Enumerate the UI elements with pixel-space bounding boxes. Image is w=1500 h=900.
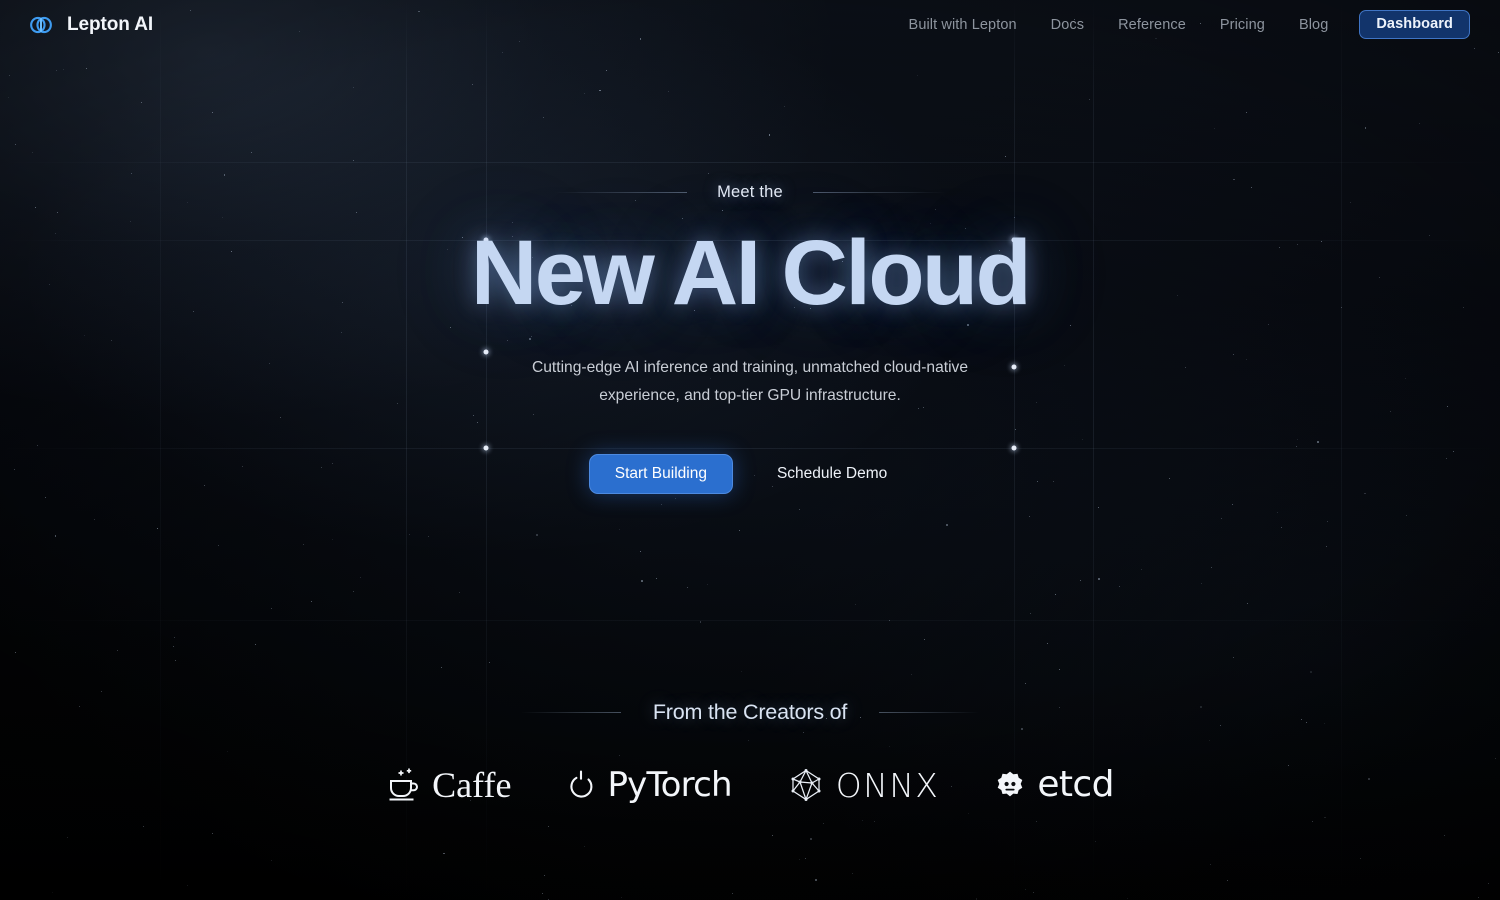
site-header: Lepton AI Built with Lepton Docs Referen… — [0, 0, 1500, 49]
schedule-demo-button[interactable]: Schedule Demo — [753, 454, 911, 494]
creators-title: From the Creators of — [652, 700, 848, 724]
hero-eyebrow: Meet the — [717, 183, 783, 201]
hero-section: Meet the New AI Cloud Cutting-edge AI in… — [0, 0, 1500, 494]
nav-item-pricing[interactable]: Pricing — [1203, 11, 1282, 39]
creator-logo-caffe[interactable]: Caffe — [386, 767, 511, 803]
creator-logo-pytorch[interactable]: PyTorch — [567, 765, 733, 805]
nav-item-reference[interactable]: Reference — [1101, 11, 1203, 39]
dashboard-button[interactable]: Dashboard — [1359, 10, 1470, 39]
onnx-polyhedron-icon — [788, 767, 824, 803]
creator-logo-label-onnx: ONNX — [835, 765, 940, 805]
creator-logo-label-caffe: Caffe — [432, 765, 512, 805]
start-building-button[interactable]: Start Building — [588, 453, 733, 494]
creator-logo-onnx[interactable]: ONNX — [788, 767, 940, 803]
nav-item-built-with-lepton[interactable]: Built with Lepton — [892, 11, 1034, 39]
hero-subtitle: Cutting-edge AI inference and training, … — [531, 358, 969, 404]
creator-logo-etcd[interactable]: etcd — [995, 767, 1114, 803]
coffee-cup-icon — [386, 767, 420, 803]
main-navigation: Built with Lepton Docs Reference Pricing… — [892, 10, 1470, 39]
lepton-double-circle-icon — [28, 12, 54, 38]
nav-item-docs[interactable]: Docs — [1034, 11, 1101, 39]
etcd-gear-icon — [995, 770, 1025, 800]
pytorch-flame-icon — [567, 770, 595, 800]
creators-rule-right — [879, 712, 980, 713]
creator-logo-label-etcd: etcd — [1037, 764, 1114, 805]
creators-logo-list: Caffe PyTorch ONNX etcd — [386, 767, 1114, 803]
nav-item-blog[interactable]: Blog — [1282, 11, 1345, 39]
eyebrow-rule-left — [555, 192, 688, 193]
hero-cta-row: Start Building Schedule Demo — [588, 453, 912, 494]
creators-section: From the Creators of Caffe PyTorch ONNX … — [0, 700, 1500, 803]
brand-name: Lepton AI — [67, 13, 153, 35]
hero-headline: New AI Cloud — [470, 222, 1032, 324]
creators-rule-left — [520, 712, 621, 713]
creators-title-row: From the Creators of — [520, 700, 980, 725]
eyebrow-rule-right — [812, 192, 945, 193]
landing-page: Lepton AI Built with Lepton Docs Referen… — [0, 0, 1500, 900]
brand-logo[interactable]: Lepton AI — [28, 12, 153, 38]
creator-logo-label-pytorch: PyTorch — [607, 765, 732, 805]
hero-eyebrow-row: Meet the — [555, 183, 945, 202]
